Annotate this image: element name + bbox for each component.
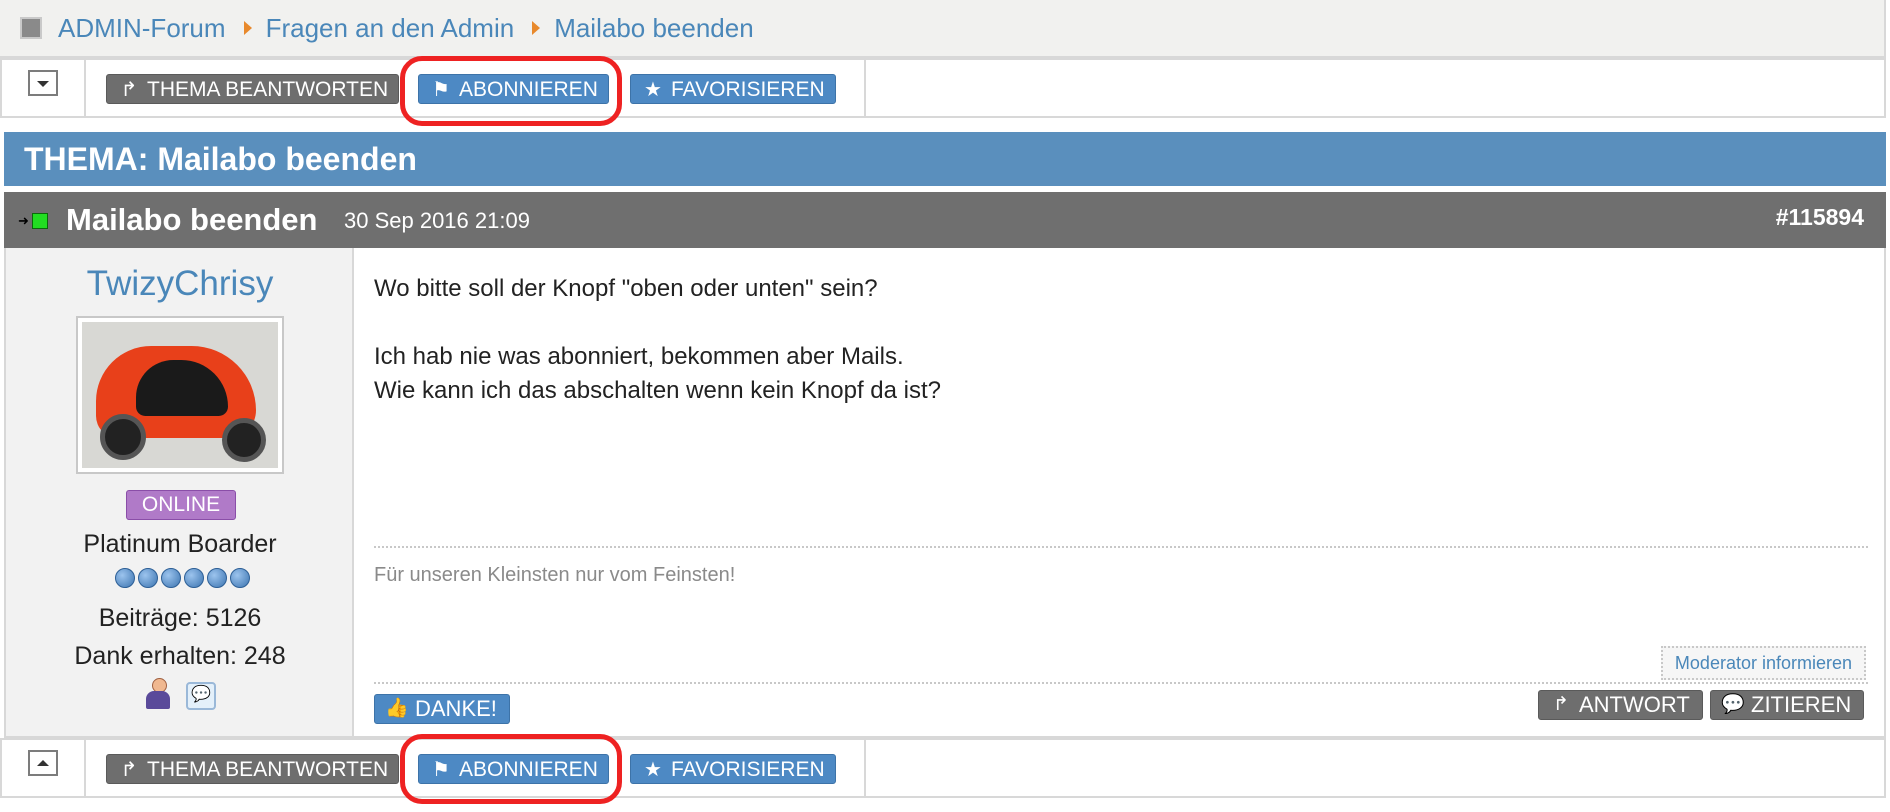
scroll-up-button[interactable] xyxy=(28,750,58,776)
topic-title: THEMA: Mailabo beenden xyxy=(4,132,1886,186)
post-status-icon: ➜ xyxy=(18,212,48,230)
author-profile: TwizyChrisy ONLINE Platinum Boarder Beit… xyxy=(6,248,354,736)
message-line: Ich hab nie was abonniert, bekommen aber… xyxy=(374,343,904,370)
post-body: TwizyChrisy ONLINE Platinum Boarder Beit… xyxy=(4,248,1886,738)
rank-dot-icon xyxy=(230,568,250,588)
breadcrumb: ADMIN-Forum Fragen an den Admin Mailabo … xyxy=(0,0,1886,58)
private-message-icon[interactable]: 💬 xyxy=(186,682,216,710)
highlight-circle xyxy=(400,734,622,804)
post-date: 30 Sep 2016 21:09 xyxy=(344,208,530,233)
thumbs-up-icon: 👍 xyxy=(385,698,409,719)
breadcrumb-separator-icon xyxy=(532,21,541,35)
avatar-image xyxy=(82,322,278,468)
bottom-toolbar: ↱ THEMA BEANTWORTEN ⚑ ABONNIEREN ★ FAVOR… xyxy=(0,738,1886,798)
author-rank: Platinum Boarder xyxy=(83,530,277,558)
favorite-label: FAVORISIEREN xyxy=(671,758,825,781)
top-toolbar: ↱ THEMA BEANTWORTEN ⚑ ABONNIEREN ★ FAVOR… xyxy=(0,58,1886,118)
reply-arrow-icon: ↱ xyxy=(1553,694,1569,715)
post-signature: Für unseren Kleinsten nur vom Feinsten! xyxy=(374,564,736,586)
reply-arrow-icon: ↱ xyxy=(120,759,138,781)
online-indicator-icon xyxy=(32,213,48,229)
breadcrumb-home-icon[interactable] xyxy=(20,17,42,39)
rank-dot-icon xyxy=(115,568,135,588)
answer-button[interactable]: ↱ ANTWORT xyxy=(1538,690,1703,720)
reply-topic-button[interactable]: ↱ THEMA BEANTWORTEN xyxy=(106,754,400,784)
avatar[interactable] xyxy=(76,316,284,474)
user-torso-shape xyxy=(146,691,170,709)
actions-divider xyxy=(374,682,1868,684)
post-message: Wo bitte soll der Knopf "oben oder unten… xyxy=(374,272,1854,408)
arrow-icon: ➜ xyxy=(18,213,29,228)
reply-arrow-icon: ↱ xyxy=(120,79,138,101)
star-icon: ★ xyxy=(644,79,662,101)
quote-button[interactable]: 💬 ZITIEREN xyxy=(1710,690,1865,720)
chevron-up-icon xyxy=(37,760,49,766)
collapse-cell xyxy=(2,60,86,116)
collapse-cell xyxy=(2,740,86,796)
post-header: ➜ Mailabo beenden 30 Sep 2016 21:09 #115… xyxy=(4,192,1886,248)
post-id-link[interactable]: #115894 xyxy=(1776,204,1864,231)
author-posts-count: Beiträge: 5126 xyxy=(98,604,262,632)
star-icon: ★ xyxy=(644,759,662,781)
answer-label: ANTWORT xyxy=(1579,692,1690,717)
scroll-down-button[interactable] xyxy=(28,70,58,96)
chevron-down-icon xyxy=(37,81,49,87)
speech-bubble-icon: 💬 xyxy=(1721,694,1745,715)
car-wheel-shape xyxy=(100,414,146,460)
message-gap xyxy=(374,306,1854,340)
author-thanks-count: Dank erhalten: 248 xyxy=(74,642,286,670)
reply-topic-label: THEMA BEANTWORTEN xyxy=(147,758,389,781)
rank-dot-icon xyxy=(184,568,204,588)
favorite-button[interactable]: ★ FAVORISIEREN xyxy=(630,754,836,784)
rank-dot-icon xyxy=(161,568,181,588)
breadcrumb-separator-icon xyxy=(243,21,252,35)
thanks-button[interactable]: 👍 DANKE! xyxy=(374,694,510,724)
thanks-label: DANKE! xyxy=(415,696,497,721)
car-wheel-shape xyxy=(222,418,266,462)
favorite-button[interactable]: ★ FAVORISIEREN xyxy=(630,74,836,104)
rank-dot-icon xyxy=(207,568,227,588)
report-moderator-button[interactable]: Moderator informieren xyxy=(1660,646,1866,680)
post-title: Mailabo beenden xyxy=(66,202,318,237)
forum-thread-page: ADMIN-Forum Fragen an den Admin Mailabo … xyxy=(0,0,1890,812)
status-badge: ONLINE xyxy=(126,490,236,520)
reply-topic-button[interactable]: ↱ THEMA BEANTWORTEN xyxy=(106,74,400,104)
message-line: Wo bitte soll der Knopf "oben oder unten… xyxy=(374,275,878,302)
quote-label: ZITIEREN xyxy=(1751,692,1852,717)
author-username[interactable]: TwizyChrisy xyxy=(6,264,354,304)
breadcrumb-item-admin-forum[interactable]: ADMIN-Forum xyxy=(58,13,226,44)
message-line: Wie kann ich das abschalten wenn kein Kn… xyxy=(374,377,942,404)
rank-dot-icon xyxy=(138,568,158,588)
highlight-circle xyxy=(400,56,622,126)
reply-topic-label: THEMA BEANTWORTEN xyxy=(147,78,389,101)
rank-dots xyxy=(114,568,254,592)
breadcrumb-item-fragen-an-den-admin[interactable]: Fragen an den Admin xyxy=(266,13,515,44)
user-profile-icon[interactable] xyxy=(144,678,172,710)
breadcrumb-item-mailabo-beenden[interactable]: Mailabo beenden xyxy=(554,13,754,44)
favorite-label: FAVORISIEREN xyxy=(671,78,825,101)
signature-divider xyxy=(374,546,1868,548)
